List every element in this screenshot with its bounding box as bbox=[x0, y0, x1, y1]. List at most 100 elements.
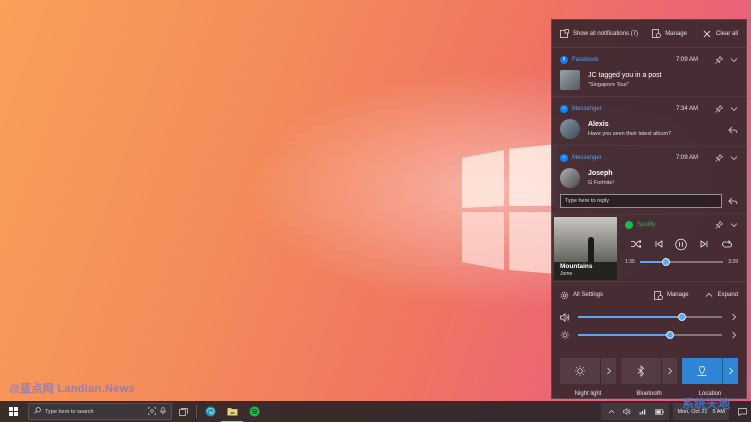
reply-icon[interactable] bbox=[728, 125, 738, 135]
manage-label: Manage bbox=[665, 30, 687, 37]
pin-icon[interactable] bbox=[714, 221, 723, 230]
notification-title: Alexis bbox=[588, 121, 609, 128]
album-art: Mountains Jome bbox=[554, 217, 617, 280]
next-track-icon[interactable] bbox=[698, 238, 710, 250]
manage-label: Manage bbox=[666, 292, 689, 298]
pin-icon[interactable] bbox=[714, 105, 723, 114]
notification-messenger-alexis[interactable]: ~ Messenger 7:34 AM Alexis Have you seen… bbox=[552, 97, 746, 146]
spotify-icon bbox=[625, 221, 633, 229]
location-icon[interactable] bbox=[682, 358, 722, 384]
tile-location[interactable]: Location bbox=[682, 358, 738, 397]
pin-icon[interactable] bbox=[714, 56, 723, 65]
notification-facebook[interactable]: f Facebook 7:09 AM JC tagged you in a po… bbox=[552, 48, 746, 97]
manage-notifications-button[interactable]: Manage bbox=[652, 29, 687, 38]
brightness-row bbox=[560, 326, 738, 344]
pause-icon[interactable] bbox=[675, 238, 688, 250]
all-settings-button[interactable]: All Settings bbox=[560, 291, 603, 300]
album-artist: Jome bbox=[560, 271, 573, 277]
send-reply-icon[interactable] bbox=[728, 196, 738, 206]
task-view-icon[interactable] bbox=[172, 401, 194, 422]
avatar bbox=[560, 119, 580, 139]
network-icon[interactable] bbox=[636, 401, 650, 422]
close-icon bbox=[703, 29, 712, 38]
elapsed-time: 1:35 bbox=[625, 259, 635, 265]
track-duration: 3:39 bbox=[728, 259, 738, 265]
chevron-down-icon[interactable] bbox=[729, 105, 738, 114]
pin-icon[interactable] bbox=[714, 154, 723, 163]
gear-icon bbox=[560, 291, 569, 300]
action-center: Show all notifications (7) Manage Clear … bbox=[551, 19, 747, 399]
chevron-right-icon[interactable] bbox=[722, 358, 738, 384]
lens-icon[interactable] bbox=[148, 406, 156, 417]
volume-icon[interactable] bbox=[620, 401, 634, 422]
notification-time: 7:34 AM bbox=[675, 106, 698, 112]
quick-settings: All Settings Manage Expand Night light B… bbox=[552, 282, 746, 401]
expand-label: Expand bbox=[717, 292, 738, 298]
windows-icon bbox=[8, 407, 18, 416]
notification-subtitle: G Fortnite! bbox=[588, 180, 614, 186]
chevron-down-icon[interactable] bbox=[729, 221, 738, 230]
tile-label: Night light bbox=[574, 391, 602, 397]
avatar bbox=[560, 168, 580, 188]
sun-icon[interactable] bbox=[560, 358, 600, 384]
notification-icon bbox=[560, 29, 569, 38]
seek-slider[interactable] bbox=[639, 258, 724, 266]
spotify-taskbar-icon[interactable] bbox=[243, 401, 265, 422]
chevron-right-icon[interactable] bbox=[730, 312, 738, 322]
shuffle-icon[interactable] bbox=[630, 238, 642, 250]
brightness-icon bbox=[560, 330, 570, 340]
windows-logo-wallpaper bbox=[462, 144, 557, 274]
microphone-icon[interactable] bbox=[160, 406, 166, 417]
chevron-down-icon[interactable] bbox=[729, 154, 738, 163]
show-all-notifications-button[interactable]: Show all notifications (7) bbox=[560, 29, 638, 38]
battery-icon[interactable] bbox=[652, 401, 666, 422]
notification-header: Show all notifications (7) Manage Clear … bbox=[552, 20, 746, 48]
taskbar-search-box[interactable]: Type here to search bbox=[28, 403, 172, 420]
notification-subtitle: "Singapore Tour" bbox=[588, 82, 630, 88]
notification-time: 7:09 AM bbox=[675, 155, 698, 161]
manage-quick-settings-button[interactable]: Manage bbox=[654, 290, 689, 300]
tile-bluetooth[interactable]: Bluetooth bbox=[621, 358, 677, 397]
repeat-icon[interactable] bbox=[721, 238, 733, 250]
tile-night-light[interactable]: Night light bbox=[560, 358, 616, 397]
chevron-right-icon[interactable] bbox=[600, 358, 616, 384]
brightness-slider[interactable] bbox=[578, 331, 722, 339]
file-explorer-icon[interactable] bbox=[221, 401, 243, 422]
chevron-right-icon[interactable] bbox=[730, 330, 738, 340]
tile-label: Bluetooth bbox=[636, 391, 662, 397]
notification-time: 7:09 AM bbox=[675, 57, 698, 63]
watermark: @蓝点网 Landian.News bbox=[9, 383, 135, 395]
notification-title: Joseph bbox=[588, 170, 613, 177]
previous-track-icon[interactable] bbox=[653, 238, 665, 250]
volume-slider[interactable] bbox=[578, 313, 722, 321]
post-thumbnail bbox=[560, 70, 580, 90]
expand-button[interactable]: Expand bbox=[705, 291, 738, 300]
clear-all-label: Clear all bbox=[715, 30, 738, 37]
chevron-right-icon[interactable] bbox=[661, 358, 677, 384]
action-center-icon[interactable] bbox=[733, 401, 751, 422]
volume-icon bbox=[560, 312, 570, 322]
reply-input[interactable]: Type here to reply bbox=[560, 194, 722, 208]
notification-messenger-joseph[interactable]: ~ Messenger 7:09 AM Joseph G Fortnite! T… bbox=[552, 146, 746, 215]
bluetooth-icon[interactable] bbox=[621, 358, 661, 384]
search-placeholder: Type here to search bbox=[45, 408, 94, 415]
manage-icon bbox=[654, 290, 663, 300]
facebook-icon: f bbox=[560, 56, 568, 64]
notification-subtitle: Have you seen their latest album? bbox=[588, 131, 672, 137]
app-name: Spotify bbox=[637, 222, 656, 228]
chevron-down-icon[interactable] bbox=[729, 56, 738, 65]
clear-all-button[interactable]: Clear all bbox=[703, 29, 738, 38]
watermark-right: 系统天地 bbox=[682, 397, 731, 411]
taskbar-divider bbox=[196, 405, 197, 418]
app-name: Messenger bbox=[572, 106, 602, 112]
messenger-icon: ~ bbox=[560, 105, 568, 113]
album-title: Mountains bbox=[560, 263, 593, 270]
start-button[interactable] bbox=[2, 401, 24, 422]
all-settings-label: All Settings bbox=[573, 292, 604, 298]
volume-row bbox=[560, 308, 738, 326]
spotify-media-card[interactable]: Mountains Jome Spotify 1:35 3:39 bbox=[552, 215, 746, 282]
chevron-up-icon[interactable] bbox=[604, 401, 618, 422]
edge-icon[interactable] bbox=[199, 401, 221, 422]
app-name: Facebook bbox=[572, 57, 599, 63]
taskbar: Type here to search Mon, Oct 21 5 AM bbox=[0, 401, 751, 422]
